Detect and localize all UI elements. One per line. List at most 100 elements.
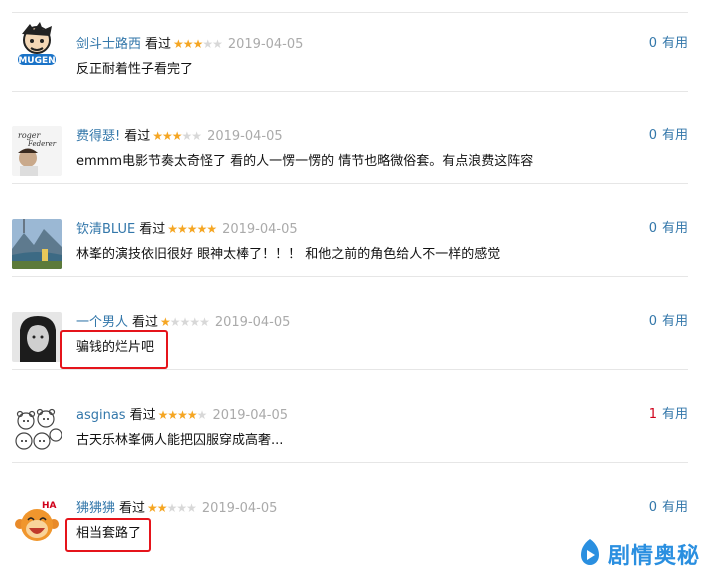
comment-text: 古天乐林峯俩人能把囚服穿成高奢... [76,433,284,448]
star-icon: ★ [147,501,158,515]
play-logo-icon [578,538,602,570]
watched-label: 看过 [139,222,166,237]
avatar-bears-icon[interactable] [12,405,62,455]
useful-button[interactable]: 有用 [662,221,688,236]
comment-text: emmm电影节奏太奇怪了 看的人一愣一愣的 情节也略微俗套。有点浪费这阵容 [76,154,534,169]
vote-count: 0 [648,128,657,143]
vote-area: 0 有用 [649,36,688,52]
star-icon: ★ [179,315,191,329]
svg-text:roger: roger [18,131,41,140]
useful-button[interactable]: 有用 [662,128,688,143]
vote-count: 0 [648,500,657,515]
comment-username[interactable]: asginas [76,408,126,423]
star-icon: ★ [186,501,197,515]
star-icon: ★ [189,315,200,329]
svg-text:HA: HA [42,501,57,511]
star-icon: ★ [160,315,171,329]
vote-count: 0 [648,314,657,329]
comment-username[interactable]: 钦清BLUE [76,222,135,237]
useful-button[interactable]: 有用 [662,314,688,329]
comment-item: MUGEN 剑斗士路西 看过 ★★★★★ 2019-04-05 反正耐着性子看完了 0… [12,0,688,92]
star-icon: ★ [156,501,168,515]
comment-meta: 一个男人 看过 ★★★★★ 2019-04-05 [76,314,290,330]
star-icon: ★ [176,501,187,515]
star-icon: ★ [182,37,194,51]
avatar-portrait-icon[interactable] [12,312,62,362]
vote-count: 0 [648,221,657,236]
comment-meta: 钦清BLUE 看过 ★★★★★ 2019-04-05 [76,221,298,237]
comment-date: 2019-04-05 [227,37,304,52]
star-icon: ★ [206,222,217,236]
useful-button[interactable]: 有用 [662,500,688,515]
watermark: 剧情奥秘 [578,538,700,570]
star-icon: ★ [171,129,183,143]
comment-text: 相当套路了 [76,526,142,541]
star-icon: ★ [196,408,208,422]
avatar-landscape-icon[interactable] [12,219,62,269]
svg-text:MUGEN: MUGEN [18,56,55,66]
watched-label: 看过 [145,37,172,52]
vote-count: 1 [648,407,657,422]
comment-item: 钦清BLUE 看过 ★★★★★ 2019-04-05 林峯的演技依旧很好 眼神太棒了！… [12,185,688,277]
comment-date: 2019-04-05 [207,129,283,144]
vote-area: 0 有用 [649,500,688,516]
comment-item: asginas 看过 ★★★★★ 2019-04-05 古天乐林峯俩人能把囚服穿成高奢… [12,371,688,463]
star-icon: ★ [177,408,188,422]
comment-meta: asginas 看过 ★★★★★ 2019-04-05 [76,407,288,423]
star-icon: ★ [202,37,213,51]
comment-username[interactable]: 剑斗士路西 [76,37,141,52]
watched-label: 看过 [124,129,151,144]
star-icon: ★ [181,129,193,143]
watermark-text: 剧情奥秘 [607,544,700,569]
star-icon: ★ [169,315,181,329]
rating-stars-icon: ★★★★★ [152,128,202,144]
star-icon: ★ [167,408,178,422]
comment-text: 骗钱的烂片吧 [76,340,155,355]
rating-stars-icon: ★★★★★ [160,314,210,330]
rating-stars-icon: ★★★★★ [167,221,217,237]
comment-meta: 狒狒狒 看过 ★★★★★ 2019-04-05 [76,500,277,516]
star-icon: ★ [212,37,223,51]
comment-date: 2019-04-05 [214,315,291,330]
avatar-cartoon-icon[interactable]: MUGEN [12,18,62,68]
useful-button[interactable]: 有用 [662,407,688,422]
star-icon: ★ [186,222,198,236]
star-icon: ★ [173,37,184,51]
comment-text: 林峯的演技依旧很好 眼神太棒了！！！ 和他之前的角色给人不一样的感觉 [76,247,501,262]
vote-area: 0 有用 [649,314,688,330]
comment-item: roger Federer 费得瑟! 看过 ★★★★★ 2019-04-05 emmm… [12,92,688,184]
rating-stars-icon: ★★★★★ [147,500,197,516]
star-icon: ★ [199,315,210,329]
star-icon: ★ [157,408,169,422]
star-icon: ★ [167,222,178,236]
useful-button[interactable]: 有用 [662,36,688,51]
comment-date: 2019-04-05 [222,222,298,237]
avatar-photo-icon[interactable]: roger Federer [12,126,62,176]
watched-label: 看过 [119,501,146,516]
comment-date: 2019-04-05 [201,501,278,516]
star-icon: ★ [162,129,173,143]
rating-stars-icon: ★★★★★ [173,36,223,52]
comment-meta: 费得瑟! 看过 ★★★★★ 2019-04-05 [76,128,283,144]
star-icon: ★ [192,37,204,51]
comment-date: 2019-04-05 [212,408,288,423]
vote-count: 0 [648,36,657,51]
rating-stars-icon: ★★★★★ [157,407,208,423]
vote-area: 0 有用 [649,221,688,237]
comment-username[interactable]: 费得瑟! [76,129,120,144]
comment-item: 一个男人 看过 ★★★★★ 2019-04-05 骗钱的烂片吧 0 有用 [12,278,688,370]
star-icon: ★ [152,129,163,143]
svg-text:Federer: Federer [27,140,57,148]
comment-username[interactable]: 狒狒狒 [76,501,115,516]
avatar-monkey-icon[interactable]: HA [12,498,62,548]
vote-area: 1 有用 [649,407,688,423]
comment-username[interactable]: 一个男人 [76,315,128,330]
watched-label: 看过 [129,408,156,423]
star-icon: ★ [166,501,178,515]
star-icon: ★ [186,408,198,422]
star-icon: ★ [177,222,188,236]
watched-label: 看过 [132,315,159,330]
comment-meta: 剑斗士路西 看过 ★★★★★ 2019-04-05 [76,36,303,52]
star-icon: ★ [196,222,208,236]
star-icon: ★ [191,129,202,143]
